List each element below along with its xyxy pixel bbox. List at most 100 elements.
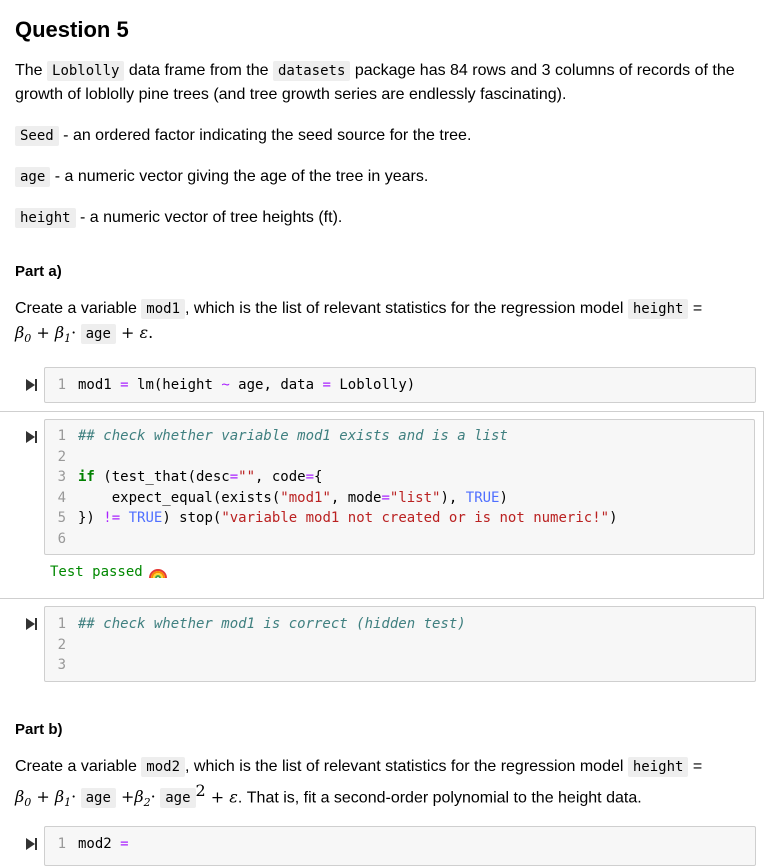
part-a-text: Create a variable mod1, which is the lis…: [15, 297, 761, 351]
sub2: 2: [143, 796, 151, 810]
beta0: β: [15, 323, 25, 342]
code-token: ~: [221, 377, 230, 394]
dot: ·: [71, 787, 77, 807]
code-token: lm(height: [128, 377, 222, 394]
code-token: if: [78, 469, 95, 486]
code-loblolly: Loblolly: [47, 61, 125, 81]
code-age: age: [160, 788, 196, 809]
code-token: ): [499, 489, 508, 506]
code-line: 1 ## check whether variable mod1 exists a…: [45, 426, 754, 447]
column-desc-text: - a numeric vector of tree heights (ft).: [75, 209, 343, 226]
part-b-text-span: . That is, fit a second-order polynomial…: [237, 789, 642, 807]
code-editor[interactable]: 1 ## check whether variable mod1 exists a…: [44, 419, 755, 555]
line-number: 3: [57, 657, 66, 674]
code-token: =: [120, 377, 129, 394]
code-cell-2[interactable]: 1 ## check whether variable mod1 exists a…: [0, 411, 764, 599]
beta1: β: [54, 323, 65, 342]
part-a-text-span: Create a variable: [15, 300, 142, 317]
plus: +: [31, 323, 55, 342]
code-height: height: [627, 299, 689, 319]
beta1: β: [54, 787, 65, 807]
run-cell-icon[interactable]: [24, 378, 38, 392]
code-token: mod1: [78, 377, 121, 394]
plus: +: [31, 787, 55, 807]
part-b-text-span: Create a variable: [15, 758, 142, 775]
part-a-heading: Part a): [15, 263, 62, 280]
plus: +: [115, 323, 135, 342]
superscript-2: 2: [195, 781, 206, 800]
code-editor[interactable]: 1 mod1 = lm(height ~ age, data = Loblolly…: [44, 367, 756, 403]
line-number: 1: [57, 377, 66, 394]
code-comment: ## check whether mod1 is correct (hidden…: [78, 616, 466, 633]
code-cell-3[interactable]: 1 ## check whether mod1 is correct (hidde…: [0, 606, 781, 682]
code-token: TRUE: [128, 510, 163, 527]
part-b-text-span: , which is the list of relevant statisti…: [185, 758, 628, 775]
intro-paragraph: The Loblolly data frame from the dataset…: [15, 59, 761, 107]
plus: +: [205, 787, 230, 807]
code-line: 1 mod2 =: [45, 834, 755, 855]
code-age: age: [80, 788, 116, 809]
beta2: β: [134, 787, 144, 807]
line-number: 3: [57, 469, 66, 486]
line-number: 1: [57, 616, 66, 633]
code-mod1: mod1: [141, 299, 186, 319]
code-token: =: [229, 469, 239, 486]
code-token: ): [609, 510, 618, 527]
code-age: age: [15, 167, 51, 187]
column-desc-text: - a numeric vector giving the age of the…: [50, 168, 429, 185]
code-editor[interactable]: 1 ## check whether mod1 is correct (hidde…: [44, 606, 756, 682]
code-seed: Seed: [15, 126, 59, 146]
code-token: "mod1": [280, 489, 331, 506]
code-token: {: [314, 469, 323, 486]
code-token: mod2: [78, 836, 121, 853]
line-number: 1: [57, 836, 66, 853]
code-line: 3: [45, 655, 755, 676]
part-b-formula: β0 + β1·: [15, 787, 77, 809]
part-b-text: Create a variable mod2, which is the lis…: [15, 755, 761, 816]
code-cell-1[interactable]: 1 mod1 = lm(height ~ age, data = Loblolly…: [0, 367, 781, 403]
column-desc-seed: Seed - an ordered factor indicating the …: [15, 124, 761, 148]
code-line: 2: [45, 447, 754, 468]
plus: +: [115, 787, 135, 807]
code-token: age, data: [229, 377, 323, 394]
code-editor[interactable]: 1 mod2 =: [44, 826, 756, 866]
code-cell-4[interactable]: 1 mod2 =: [0, 826, 781, 866]
equals-sign: =: [688, 300, 703, 317]
code-token: (test_that(desc: [94, 469, 230, 486]
run-cell-icon[interactable]: [24, 430, 38, 444]
run-cell-icon[interactable]: [24, 837, 38, 851]
code-token: }): [78, 510, 104, 527]
line-number: 6: [57, 530, 66, 547]
epsilon: ε: [229, 787, 238, 807]
code-line: 3 if (test_that(desc = "", code ={: [45, 467, 754, 488]
code-token: =: [322, 377, 331, 394]
line-number: 1: [57, 428, 66, 445]
code-token: "list": [389, 489, 441, 506]
code-line: 2: [45, 635, 755, 656]
code-token: !=: [103, 510, 121, 527]
code-height: height: [15, 208, 76, 228]
column-desc-text: - an ordered factor indicating the seed …: [58, 127, 472, 144]
code-token: , mode: [330, 489, 382, 506]
code-token: , code: [255, 469, 306, 486]
line-number: 2: [57, 636, 66, 653]
intro-text: data frame from the: [124, 62, 273, 79]
line-number: 4: [57, 489, 66, 506]
code-line: 4 expect_equal(exists("mod1", mode = "list…: [45, 488, 754, 509]
test-passed-text: Test passed: [50, 564, 143, 580]
dot: ·: [71, 323, 77, 342]
run-cell-icon[interactable]: [24, 617, 38, 631]
code-token: ),: [440, 489, 466, 506]
column-desc-height: height - a numeric vector of tree height…: [15, 206, 761, 230]
code-token: TRUE: [465, 489, 500, 506]
part-b-heading: Part b): [15, 721, 63, 738]
code-age: age: [80, 324, 116, 344]
code-line: 5}) != TRUE) stop("variable mod1 not cre…: [45, 508, 754, 529]
line-number: 5: [57, 510, 66, 527]
code-line: 1 mod1 = lm(height ~ age, data = Loblolly…: [45, 375, 755, 396]
code-token: Loblolly): [330, 377, 416, 394]
part-a-formula: β0 + β1·: [15, 323, 77, 345]
dot: ·: [150, 787, 156, 807]
code-token: ) stop(: [162, 510, 222, 527]
code-datasets: datasets: [272, 61, 351, 81]
